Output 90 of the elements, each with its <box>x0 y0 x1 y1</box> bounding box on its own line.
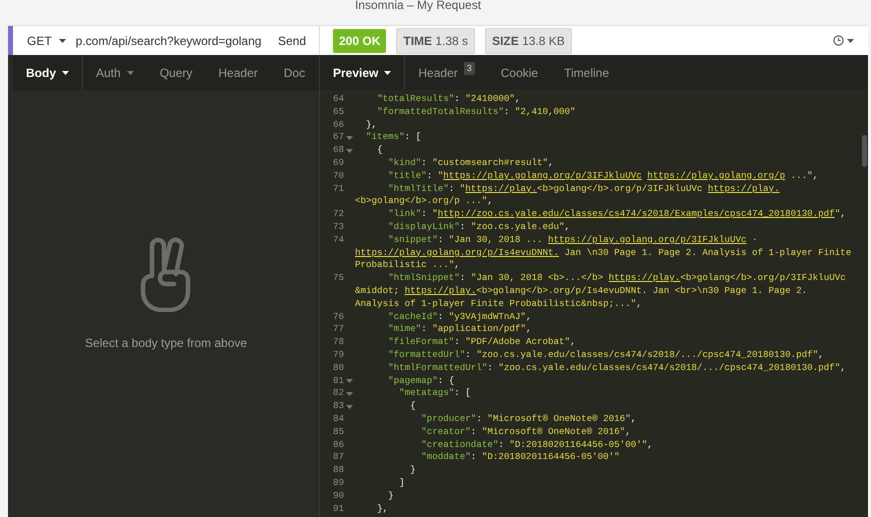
line-number: 86 <box>332 438 344 452</box>
code-line: { <box>409 400 416 413</box>
peace-hand-icon <box>140 236 192 312</box>
code-line: "cacheId": "y3VAjmdWTnAJ", <box>387 310 532 324</box>
code-line: "kind": "customsearch#result", <box>387 156 554 170</box>
line-number: 73 <box>332 220 344 234</box>
caret-icon <box>58 38 66 42</box>
line-number: 64 <box>332 93 344 106</box>
code-line: "fileFormat": "PDF/Adobe Acrobat", <box>387 336 576 349</box>
tab[interactable]: Auth <box>83 55 147 90</box>
fold-arrow-icon[interactable] <box>346 392 353 396</box>
history-button[interactable] <box>833 35 854 46</box>
line-number: 76 <box>332 310 344 324</box>
code-line: ] <box>398 476 405 490</box>
line-number: 87 <box>332 451 344 464</box>
tab[interactable]: Timeline <box>551 55 622 90</box>
tab[interactable]: Header <box>205 55 271 90</box>
tab[interactable]: Cookie <box>488 55 552 90</box>
code-line: }, <box>365 118 378 132</box>
line-number: 68 <box>332 144 344 157</box>
code-line: "link": "http://zoo.cs.yale.edu/classes/cs474/s2018/Examples/cpsc474_20180130.pdf", <box>387 208 846 221</box>
clock-icon <box>833 35 844 46</box>
code-line: } <box>387 490 394 502</box>
send-button[interactable]: Send <box>264 32 319 50</box>
line-number: 89 <box>332 476 344 490</box>
code-line: "htmlTitle": "https://play.<b>golang</b>.org/p/3IFJkluUVc https://play. <box>387 182 780 196</box>
fold-arrow-icon[interactable] <box>346 404 353 409</box>
code-line: &middot; https://play.<b>golang</b>.org/p/Is4evuDNNt. Jan <br>\n30 Page 1. Page 2. <box>355 284 808 298</box>
code-line: <b>golang</b>.org/p ...", <box>355 195 493 208</box>
fold-arrow-icon[interactable] <box>346 136 353 140</box>
line-number: 90 <box>332 490 344 502</box>
line-number: 69 <box>332 156 344 170</box>
code-line: "htmlSnippet": "Jan 30, 2018 <b>...</b> https://play.<b>golang</b>.org/p/3IFJkluUVc <box>387 272 846 285</box>
code-line: "producer": "Microsoft® OneNote® 2016", <box>420 412 636 426</box>
line-number: 74 <box>332 234 344 247</box>
line-number: 80 <box>332 362 344 375</box>
empty-state-message: Select a body type from above <box>84 334 248 352</box>
size-badge: SIZE 13.8 KB <box>485 28 572 54</box>
line-number: 67 <box>332 131 344 144</box>
count-badge: 3 <box>464 62 475 76</box>
line-number: 65 <box>332 106 344 119</box>
window-title: Insomnia – My Request <box>354 0 482 11</box>
code-line: https://play.golang.org/p/Is4evuDNNt. Jan \n30 Page 1. Page 2. Analysis of 1-player Finite <box>355 246 852 260</box>
line-number: 91 <box>332 502 344 516</box>
fold-arrow-icon[interactable] <box>346 148 353 153</box>
tab[interactable]: Preview <box>320 55 406 90</box>
line-number: 85 <box>332 426 344 439</box>
line-number: 83 <box>332 400 344 413</box>
code-line: } <box>409 464 416 477</box>
fold-arrow-icon[interactable] <box>346 378 353 383</box>
code-line: }, <box>376 502 388 516</box>
tab[interactable]: Body <box>13 55 83 90</box>
scrollbar-thumb[interactable] <box>862 135 867 167</box>
line-number: 71 <box>332 182 344 196</box>
tab[interactable]: Doc <box>270 55 318 90</box>
tab[interactable]: Query <box>146 55 206 90</box>
code-line: "items": [ <box>365 131 422 144</box>
tab[interactable]: Header 3 <box>405 55 488 90</box>
line-number: 75 <box>332 272 344 285</box>
code-line: "htmlFormattedUrl": "zoo.cs.yale.edu/classes/cs474/s2018/.../cpsc474_20180130.pdf", <box>387 362 846 375</box>
code-line: "pagemap": { <box>387 374 454 388</box>
line-number: 78 <box>332 336 344 349</box>
code-line: "title": "https://play.golang.org/p/3IFJkluUVc https://play.golang.org/p ...", <box>387 170 818 183</box>
code-line: "moddate": "D:20180201164456-05'00'" <box>420 451 620 464</box>
url-field[interactable]: p.com/api/search?keyword=golang <box>76 32 265 50</box>
code-line: "metatags": [ <box>398 387 471 400</box>
line-number: 72 <box>332 208 344 221</box>
code-line: "creator": "Microsoft® OneNote® 2016", <box>420 426 631 439</box>
line-number: 66 <box>332 118 344 132</box>
code-line: "formattedTotalResults": "2,410,000" <box>376 106 576 119</box>
code-line: "mime": "application/pdf", <box>387 323 532 336</box>
status-badge: 200 OK <box>333 28 386 52</box>
line-number: 82 <box>332 387 344 400</box>
line-number: 84 <box>332 412 344 426</box>
caret-icon <box>847 38 854 42</box>
time-badge: TIME 1.38 s <box>396 28 476 54</box>
line-number: 77 <box>332 323 344 336</box>
code-line: Analysis of 1-player Finite Probabilistic&nbsp;...", <box>355 298 642 311</box>
line-number: 81 <box>332 374 344 388</box>
code-line: Probabilistic ...", <box>355 259 460 272</box>
line-number: 70 <box>332 170 344 183</box>
line-number: 79 <box>332 348 344 362</box>
code-line: { <box>376 144 383 157</box>
code-line: "creationdate": "D:20180201164456-05'00'", <box>420 438 653 452</box>
code-line: "totalResults": "2410000", <box>376 93 520 106</box>
method-dropdown[interactable]: GET <box>13 32 76 50</box>
code-line: "snippet": "Jan 30, 2018 ... https://play.golang.org/p/3IFJkluUVc · <box>387 234 758 247</box>
line-number: 88 <box>332 464 344 477</box>
code-line: "displayLink": "zoo.cs.yale.edu", <box>387 220 570 234</box>
code-line: "formattedUrl": "zoo.cs.yale.edu/classes/cs474/s2018/.../cpsc474_20180130.pdf", <box>387 348 824 362</box>
